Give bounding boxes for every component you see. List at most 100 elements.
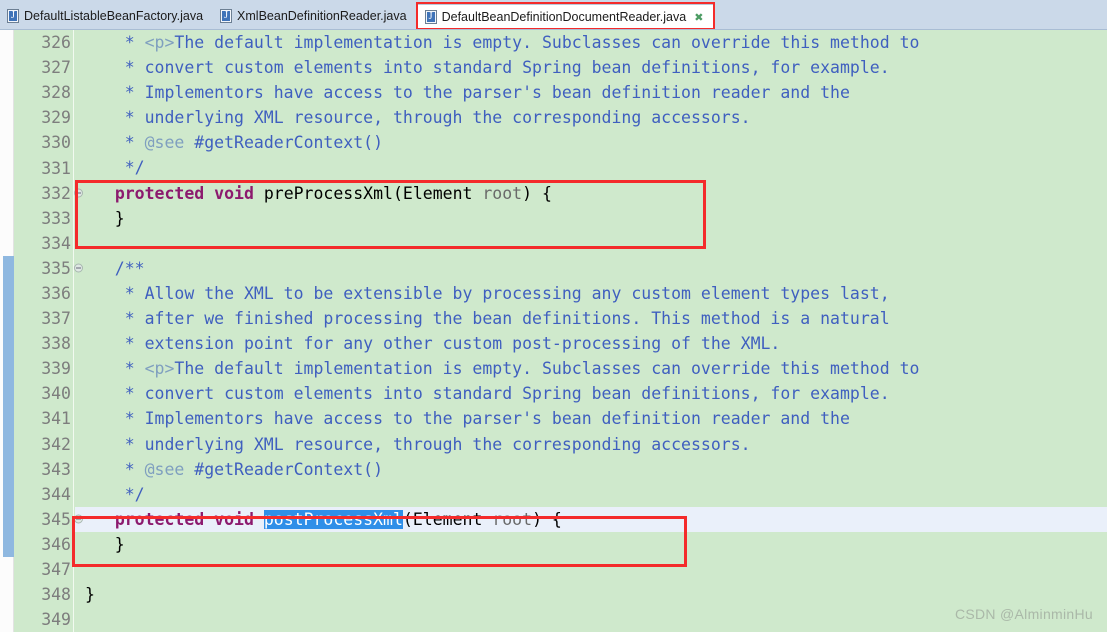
close-icon[interactable]: ✖ bbox=[694, 12, 703, 23]
code-line[interactable]: * @see #getReaderContext() bbox=[75, 457, 1107, 482]
code-token: * convert custom elements into standard … bbox=[85, 58, 890, 78]
line-number-label: 336 bbox=[41, 283, 71, 303]
code-token: * extension point for any other custom p… bbox=[85, 334, 781, 354]
line-number-label: 344 bbox=[41, 484, 71, 504]
code-token: */ bbox=[85, 484, 145, 504]
line-number: 344 bbox=[14, 482, 73, 507]
code-line[interactable]: * Implementors have access to the parser… bbox=[75, 80, 1107, 105]
line-number: 332 bbox=[14, 181, 83, 206]
code-line[interactable] bbox=[75, 607, 1107, 632]
code-line[interactable]: * after we finished processing the bean … bbox=[75, 306, 1107, 331]
code-token: preProcessXml(Element bbox=[253, 183, 483, 203]
code-token: } bbox=[85, 585, 95, 605]
code-token: <p> bbox=[144, 359, 175, 379]
line-number: 333 bbox=[14, 206, 73, 231]
code-token: * after we finished processing the bean … bbox=[85, 309, 890, 329]
line-number: 338 bbox=[14, 331, 73, 356]
line-number: 337 bbox=[14, 306, 73, 331]
line-number: 336 bbox=[14, 281, 73, 306]
java-file-icon bbox=[220, 9, 233, 23]
code-token: * bbox=[85, 133, 145, 153]
code-line[interactable]: } bbox=[75, 532, 1107, 557]
code-line[interactable]: * <p>The default implementation is empty… bbox=[75, 30, 1107, 55]
line-number: 328 bbox=[14, 80, 73, 105]
change-indicator-bar bbox=[3, 255, 14, 558]
code-line[interactable]: * underlying XML resource, through the c… bbox=[75, 105, 1107, 130]
editor-tab-2[interactable]: DefaultBeanDefinitionDocumentReader.java… bbox=[415, 2, 716, 29]
java-file-icon bbox=[7, 9, 19, 23]
code-token: * bbox=[85, 359, 145, 379]
code-line[interactable]: */ bbox=[75, 155, 1107, 180]
code-line[interactable]: } bbox=[75, 582, 1107, 607]
line-number-label: 328 bbox=[41, 83, 71, 103]
code-line[interactable]: * convert custom elements into standard … bbox=[75, 55, 1107, 80]
code-editor[interactable]: 326 327 328 329 330 331 332 333 334 335 336 337 338 3… bbox=[0, 30, 1107, 632]
code-text-area[interactable]: * <p>The default implementation is empty… bbox=[75, 30, 1107, 632]
line-number-label: 333 bbox=[41, 208, 71, 228]
line-number-gutter[interactable]: 326 327 328 329 330 331 332 333 334 335 336 337 338 3… bbox=[14, 30, 83, 632]
code-token: */ bbox=[85, 158, 145, 178]
code-token: * Implementors have access to the parser… bbox=[85, 83, 850, 103]
editor-tab-bar: DefaultListableBeanFactory.java XmlBeanDe… bbox=[0, 0, 1107, 30]
line-number: 339 bbox=[14, 356, 73, 381]
code-token: * bbox=[85, 33, 145, 52]
line-number-label: 335 bbox=[41, 258, 71, 278]
fold-collapse-icon[interactable] bbox=[74, 263, 83, 273]
line-number: 335 bbox=[14, 256, 83, 281]
code-line[interactable]: protected void postProcessXml(Element ro… bbox=[75, 506, 1107, 532]
line-number-label: 330 bbox=[41, 133, 71, 153]
code-token: * Allow the XML to be extensible by proc… bbox=[85, 283, 890, 303]
line-number: 342 bbox=[14, 432, 73, 457]
line-number-label: 329 bbox=[41, 108, 71, 128]
line-number-label: 340 bbox=[41, 384, 71, 404]
code-line[interactable]: * Implementors have access to the parser… bbox=[75, 406, 1107, 431]
annotation-ruler[interactable] bbox=[0, 30, 14, 632]
code-line[interactable]: protected void preProcessXml(Element roo… bbox=[75, 181, 1107, 206]
code-line[interactable]: * <p>The default implementation is empty… bbox=[75, 356, 1107, 381]
fold-collapse-icon[interactable] bbox=[74, 188, 83, 198]
code-line[interactable]: */ bbox=[75, 482, 1107, 507]
line-number-label: 347 bbox=[41, 560, 71, 580]
code-token: (Element bbox=[402, 509, 493, 529]
java-file-icon bbox=[424, 10, 437, 24]
editor-tab-0[interactable]: DefaultListableBeanFactory.java bbox=[0, 3, 213, 29]
line-number: 341 bbox=[14, 406, 73, 431]
code-token: ) { bbox=[522, 183, 552, 203]
line-number-label: 332 bbox=[41, 183, 71, 203]
code-token: ) { bbox=[532, 509, 562, 529]
code-line[interactable]: /** bbox=[75, 256, 1107, 281]
code-token: * convert custom elements into standard … bbox=[85, 384, 890, 404]
line-number: 330 bbox=[14, 130, 73, 155]
line-number-label: 341 bbox=[41, 409, 71, 429]
code-line[interactable]: * @see #getReaderContext() bbox=[75, 130, 1107, 155]
code-line[interactable]: * extension point for any other custom p… bbox=[75, 331, 1107, 356]
line-number: 349 bbox=[14, 607, 73, 632]
code-token: #getReaderContext() bbox=[184, 133, 384, 153]
code-line[interactable]: * Allow the XML to be extensible by proc… bbox=[75, 281, 1107, 306]
line-number-label: 349 bbox=[41, 610, 71, 630]
line-number: 346 bbox=[14, 532, 73, 557]
line-number: 326 bbox=[14, 30, 73, 55]
line-number-label: 334 bbox=[41, 233, 71, 253]
code-token: /** bbox=[85, 258, 145, 278]
editor-tab-label: DefaultListableBeanFactory.java bbox=[24, 9, 204, 23]
editor-tab-1[interactable]: XmlBeanDefinitionReader.java bbox=[213, 3, 417, 29]
code-line[interactable]: * underlying XML resource, through the c… bbox=[75, 432, 1107, 457]
code-token: @see bbox=[144, 133, 185, 153]
code-line[interactable] bbox=[75, 557, 1107, 582]
line-number-label: 345 bbox=[41, 509, 71, 529]
line-number: 329 bbox=[14, 105, 73, 130]
code-token: * underlying XML resource, through the c… bbox=[85, 108, 751, 128]
code-line[interactable]: * convert custom elements into standard … bbox=[75, 381, 1107, 406]
code-token: } bbox=[85, 534, 125, 554]
code-token: #getReaderContext() bbox=[184, 459, 384, 479]
code-line[interactable]: } bbox=[75, 206, 1107, 231]
fold-collapse-icon[interactable] bbox=[74, 514, 83, 524]
line-number-label: 342 bbox=[41, 434, 71, 454]
code-line[interactable] bbox=[75, 231, 1107, 256]
selected-token: postProcessXml bbox=[263, 509, 403, 529]
editor-window: DefaultListableBeanFactory.java XmlBeanDe… bbox=[0, 0, 1107, 632]
line-number-label: 348 bbox=[41, 585, 71, 605]
